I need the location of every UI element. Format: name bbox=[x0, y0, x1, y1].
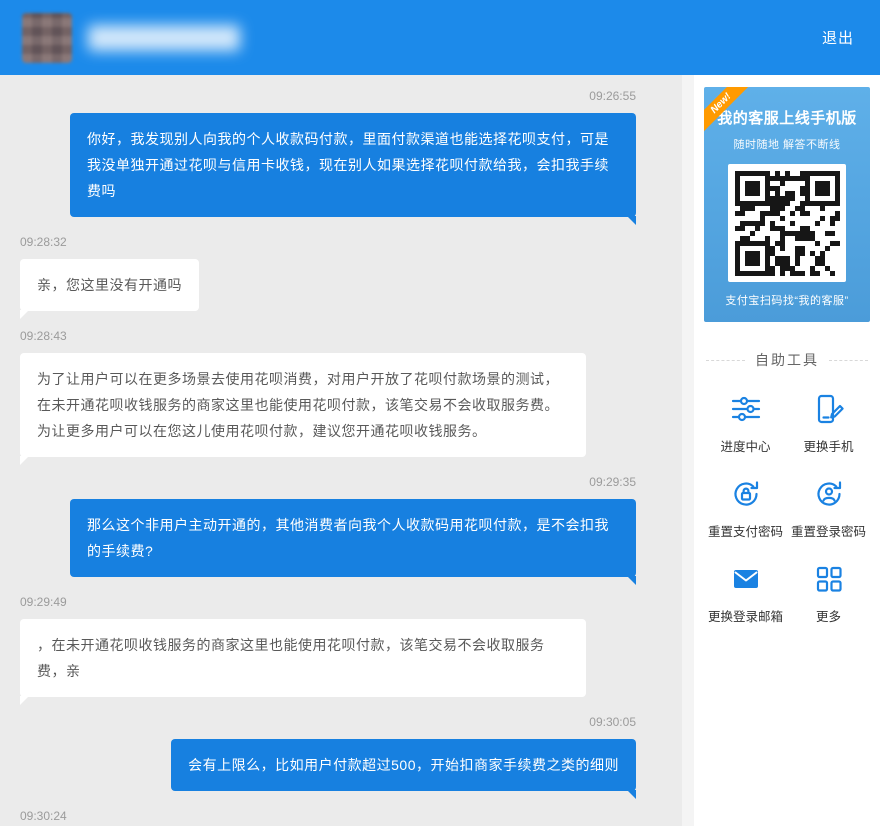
chat-bubble: 亲，您这里没有开通吗 bbox=[20, 259, 199, 311]
chat-bubble: 会有上限么，比如用户付款超过500，开始扣商家手续费之类的细则 bbox=[171, 739, 636, 791]
message: 09:28:32 亲，您这里没有开通吗 bbox=[20, 235, 636, 311]
divider-left bbox=[706, 360, 745, 361]
reset-login-password-icon bbox=[812, 477, 846, 516]
avatar bbox=[22, 13, 72, 63]
progress-center-icon bbox=[729, 392, 763, 431]
tool-reset-login-password[interactable]: 重置登录密码 bbox=[787, 471, 870, 546]
header: 退出 bbox=[0, 0, 880, 75]
message: 09:29:49 ，在未开通花呗收钱服务的商家这里也能使用花呗付款，该笔交易不会… bbox=[20, 595, 636, 697]
message: 09:30:24 亲，目前没有哦 bbox=[20, 809, 636, 826]
chat-bubble: 你好，我发现别人向我的个人收款码付款，里面付款渠道也能选择花呗支付，可是我没单独… bbox=[70, 113, 636, 217]
qr-code bbox=[728, 164, 846, 282]
tool-change-login-email[interactable]: 更换登录邮箱 bbox=[704, 556, 787, 631]
tool-more[interactable]: 更多 bbox=[787, 556, 870, 631]
more-icon bbox=[812, 562, 846, 601]
message: 09:29:35 那么这个非用户主动开通的，其他消费者向我个人收款码用花呗付款，… bbox=[20, 475, 636, 577]
message: 09:28:43 为了让用户可以在更多场景去使用花呗消费，对用户开放了花呗付款场… bbox=[20, 329, 636, 457]
tool-progress-center[interactable]: 进度中心 bbox=[704, 386, 787, 461]
promo-subtitle: 随时随地 解答不断线 bbox=[712, 136, 862, 152]
message: 09:30:05 会有上限么，比如用户付款超过500，开始扣商家手续费之类的细则 bbox=[20, 715, 636, 791]
body-row: 09:26:55 你好，我发现别人向我的个人收款码付款，里面付款渠道也能选择花呗… bbox=[0, 75, 880, 826]
promo-caption: 支付宝扫码找“我的客服” bbox=[712, 292, 862, 308]
chat-bubble: 为了让用户可以在更多场景去使用花呗消费，对用户开放了花呗付款场景的测试，在未开通… bbox=[20, 353, 586, 457]
promo-card: New! 我的客服上线手机版 随时随地 解答不断线 支付宝扫码找“我的客服” bbox=[704, 87, 870, 322]
message-timestamp: 09:29:49 bbox=[20, 595, 636, 609]
tools-header: 自助工具 bbox=[706, 350, 868, 370]
tools-title: 自助工具 bbox=[755, 350, 819, 370]
change-phone-icon bbox=[812, 392, 846, 431]
tool-reset-pay-password[interactable]: 重置支付密码 bbox=[704, 471, 787, 546]
divider-right bbox=[829, 360, 868, 361]
message-timestamp: 09:28:43 bbox=[20, 329, 636, 343]
reset-pay-password-icon bbox=[729, 477, 763, 516]
message: 09:26:55 你好，我发现别人向我的个人收款码付款，里面付款渠道也能选择花呗… bbox=[20, 89, 636, 217]
message-timestamp: 09:30:05 bbox=[20, 715, 636, 729]
message-timestamp: 09:30:24 bbox=[20, 809, 636, 823]
chat-bubble: 那么这个非用户主动开通的，其他消费者向我个人收款码用花呗付款，是不会扣我的手续费… bbox=[70, 499, 636, 577]
message-timestamp: 09:26:55 bbox=[20, 89, 636, 103]
page-title-blurred bbox=[88, 25, 240, 51]
message-timestamp: 09:28:32 bbox=[20, 235, 636, 249]
logout-button[interactable]: 退出 bbox=[822, 27, 854, 48]
tools-grid: 进度中心 更换手机 重置支付密码 重置登录密码 bbox=[704, 386, 870, 631]
tool-change-phone[interactable]: 更换手机 bbox=[787, 386, 870, 461]
promo-title: 我的客服上线手机版 bbox=[712, 107, 862, 128]
change-email-icon bbox=[729, 562, 763, 601]
chat-bubble: ，在未开通花呗收钱服务的商家这里也能使用花呗付款，该笔交易不会收取服务费，亲 bbox=[20, 619, 586, 697]
sidebar: New! 我的客服上线手机版 随时随地 解答不断线 支付宝扫码找“我的客服” 自… bbox=[694, 75, 880, 826]
message-list: 09:26:55 你好，我发现别人向我的个人收款码付款，里面付款渠道也能选择花呗… bbox=[20, 89, 636, 826]
message-timestamp: 09:29:35 bbox=[20, 475, 636, 489]
app-window: 退出 09:26:55 你好，我发现别人向我的个人收款码付款，里面付款渠道也能选… bbox=[0, 0, 880, 826]
chat-scroll-area[interactable]: 09:26:55 你好，我发现别人向我的个人收款码付款，里面付款渠道也能选择花呗… bbox=[0, 75, 682, 826]
